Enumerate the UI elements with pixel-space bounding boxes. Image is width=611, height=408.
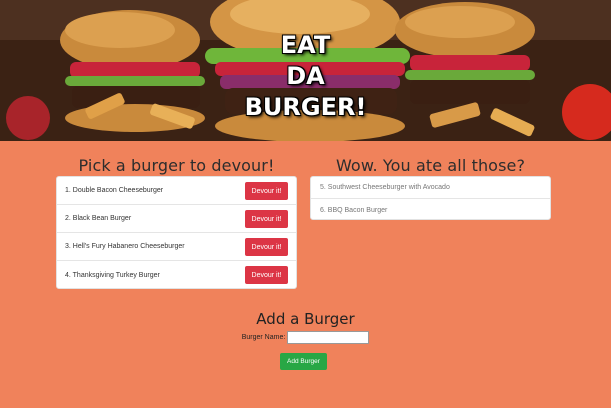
list-item: 6. BBQ Bacon Burger <box>320 206 388 214</box>
burger-name-input[interactable] <box>287 331 370 344</box>
list-item: 2. Black Bean Burger Devour it! <box>57 205 296 233</box>
list-item: 1. Double Bacon Cheeseburger Devour it! <box>57 177 296 205</box>
hero-title: EAT DA BURGER! <box>0 30 611 123</box>
hero-banner: EAT DA BURGER! <box>0 0 611 141</box>
hero-title-line-1: EAT <box>280 31 331 59</box>
burger-name: 1. Double Bacon Cheeseburger <box>65 187 164 194</box>
devour-button[interactable]: Devour it! <box>245 266 288 284</box>
devour-list: 1. Double Bacon Cheeseburger Devour it! … <box>56 176 297 289</box>
devour-button[interactable]: Devour it! <box>245 238 288 256</box>
list-item: 4. Thanksgiving Turkey Burger Devour it! <box>57 261 296 289</box>
list-item: 5. Southwest Cheeseburger with Avocado <box>311 177 550 199</box>
eaten-section-title: Wow. You ate all those? <box>335 156 526 175</box>
add-burger-title: Add a Burger <box>256 310 355 328</box>
hero-title-line-3: BURGER! <box>244 93 367 121</box>
burger-name: 3. Hell's Fury Habanero Cheeseburger <box>65 243 185 250</box>
devour-button[interactable]: Devour it! <box>245 182 288 200</box>
burger-name: 2. Black Bean Burger <box>65 215 132 222</box>
devour-button[interactable]: Devour it! <box>245 210 288 228</box>
add-burger-button[interactable]: Add Burger <box>280 353 327 370</box>
hero-title-line-2: DA <box>286 62 325 90</box>
list-item: 3. Hell's Fury Habanero Cheeseburger Dev… <box>57 233 296 261</box>
eaten-list: 5. Southwest Cheeseburger with Avocado 6… <box>310 176 551 220</box>
burger-name: 4. Thanksgiving Turkey Burger <box>65 271 160 279</box>
burger-name-label: Burger Name: <box>241 334 286 341</box>
devour-section-title: Pick a burger to devour! <box>78 156 275 175</box>
add-burger-form: Burger Name: <box>0 331 611 344</box>
